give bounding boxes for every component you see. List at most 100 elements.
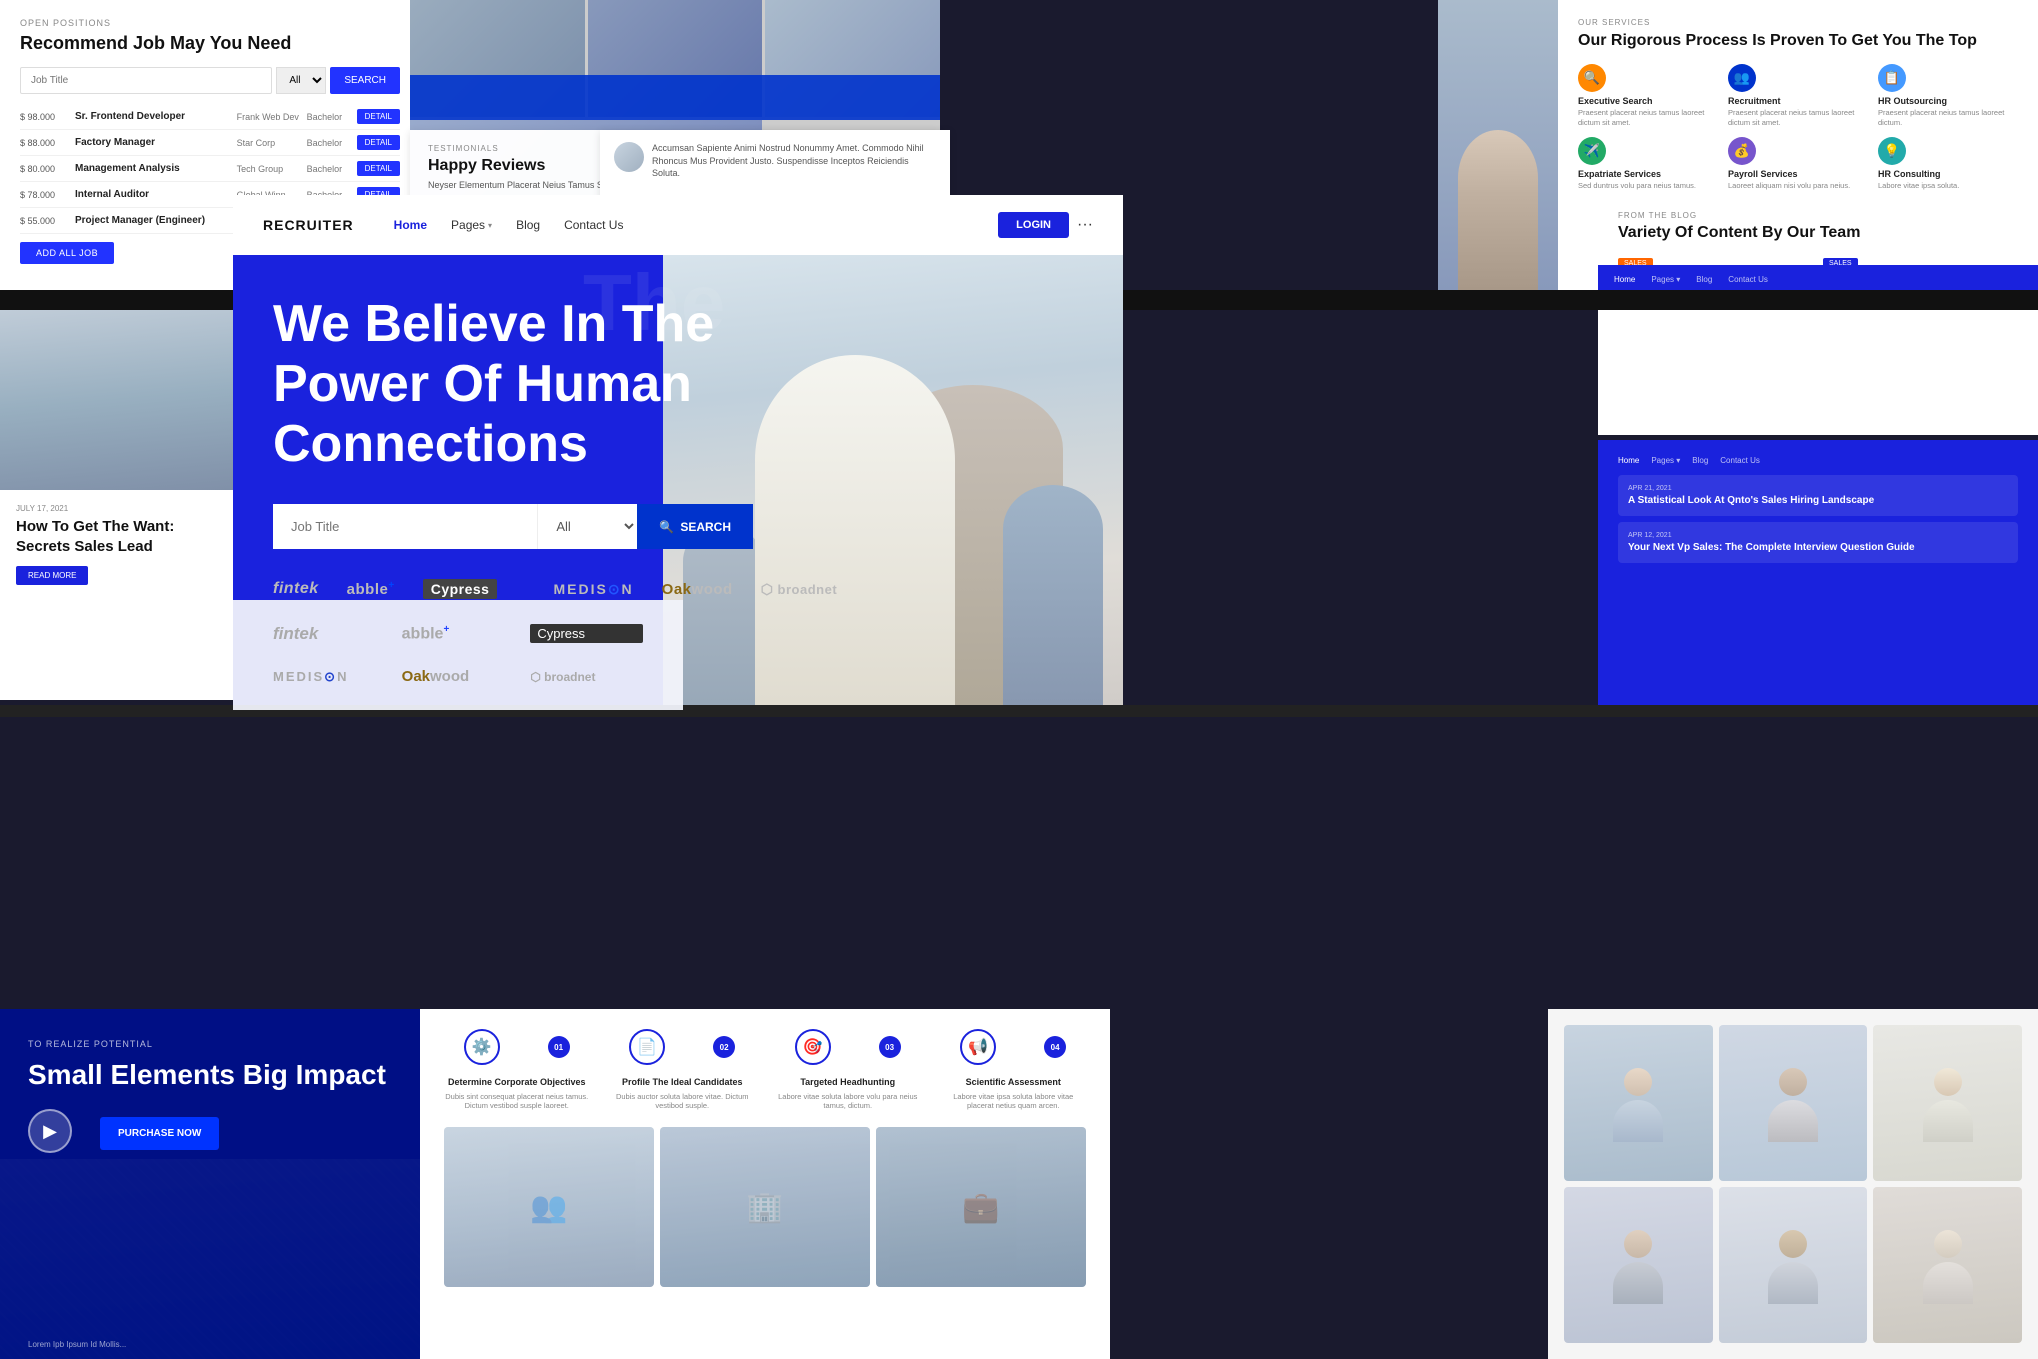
features-row: ⚙️ 01 Determine Corporate Objectives Dub… xyxy=(444,1029,1086,1111)
our-services-label: OUR SERVICES xyxy=(1578,18,2018,27)
manager-text: Lorem Ipb Ipsum Id Mollis... xyxy=(28,1340,126,1349)
person-icon-4 xyxy=(1613,1230,1663,1300)
nav-contact-blue[interactable]: Contact Us xyxy=(1720,456,1760,465)
company-logos: fintek abble+ Cypress MEDIS⊙N Oakwood ⬡ … xyxy=(273,579,1083,599)
service-item: 💰 Payroll Services Laoreet aliquam nisi … xyxy=(1728,137,1868,191)
nav-pages-blue[interactable]: Pages ▾ xyxy=(1651,456,1680,465)
open-positions-label: OPEN POSITIONS xyxy=(20,18,400,28)
feature-number: 04 xyxy=(1044,1036,1066,1058)
nav-home-sm[interactable]: Home xyxy=(1614,275,1635,284)
team-member-2 xyxy=(1719,1025,1868,1181)
feature-desc: Labore vitae ipsa soluta labore vitae pl… xyxy=(941,1092,1087,1112)
detail-button[interactable]: DETAIL xyxy=(357,109,400,124)
blog-content: JULY 17, 2021 How To Get The Want: Secre… xyxy=(0,490,240,599)
service-desc: Praesent placerat neius tamus laoreet di… xyxy=(1728,108,1868,128)
feature-desc: Dubis auctor soluta labore vitae. Dictum… xyxy=(610,1092,756,1112)
search-category-select[interactable]: All Full-time Part-time Contract xyxy=(537,504,637,549)
nav-blog-blue[interactable]: Blog xyxy=(1692,456,1708,465)
team-grid xyxy=(1564,1025,2022,1343)
team-member-5 xyxy=(1719,1187,1868,1343)
team-member-1 xyxy=(1564,1025,1713,1181)
blue-band xyxy=(410,75,940,120)
blog-panel-right: FROM THE BLOG Variety Of Content By Our … xyxy=(1598,195,2038,435)
play-button[interactable]: ▶ xyxy=(28,1109,72,1153)
service-title: Expatriate Services xyxy=(1578,169,1718,179)
person-icon-1 xyxy=(1613,1068,1663,1138)
hero-headline: We Believe In The Power Of Human Connect… xyxy=(273,295,753,474)
logo-medison: MEDIS⊙N xyxy=(553,581,633,598)
purchase-button[interactable]: PURCHASE NOW xyxy=(100,1117,219,1150)
card-title: A Statistical Look At Qnto's Sales Hirin… xyxy=(1628,495,2008,506)
table-row: $ 88.000 Factory Manager Star Corp Bache… xyxy=(20,130,400,156)
login-button[interactable]: LOGIN xyxy=(998,212,1069,238)
service-title: Recruitment xyxy=(1728,96,1868,106)
service-item: 💡 HR Consulting Labore vitae ipsa soluta… xyxy=(1878,137,2018,191)
nav-pages-sm[interactable]: Pages ▾ xyxy=(1651,275,1680,284)
nav-home-blue[interactable]: Home xyxy=(1618,456,1639,465)
bottom-left-content: TO REALIZE POTENTIAL Small Elements Big … xyxy=(0,1009,420,1183)
service-desc: Sed duntrus volu para neius tamus. xyxy=(1578,181,1718,191)
feature-number: 03 xyxy=(879,1036,901,1058)
nav-blog-sm[interactable]: Blog xyxy=(1696,275,1712,284)
blog-panel-left: JULY 17, 2021 How To Get The Want: Secre… xyxy=(0,310,240,700)
feature-icon: 🎯 xyxy=(795,1029,831,1065)
search-icon: 🔍 xyxy=(659,520,674,534)
service-item: 📋 HR Outsourcing Praesent placerat neius… xyxy=(1878,64,2018,128)
service-title: Payroll Services xyxy=(1728,169,1868,179)
read-more-link[interactable]: READ MORE xyxy=(16,566,88,585)
logo-abble-label: abble+ xyxy=(402,624,515,643)
feature-item: 📄 02 Profile The Ideal Candidates Dubis … xyxy=(610,1029,756,1111)
feature-desc: Labore vitae soluta labore volu para nei… xyxy=(775,1092,921,1112)
feature-item: 📢 04 Scientific Assessment Labore vitae … xyxy=(941,1029,1087,1111)
feature-number: 01 xyxy=(548,1036,570,1058)
job-search-bar[interactable]: All SEARCH xyxy=(20,67,400,94)
secondary-navbar[interactable]: Home Pages ▾ Blog Contact Us xyxy=(1598,265,2038,293)
add-all-jobs-button[interactable]: ADD ALL JOB xyxy=(20,242,114,264)
more-button[interactable]: ··· xyxy=(1077,216,1093,234)
person-icon-6 xyxy=(1923,1230,1973,1300)
detail-button[interactable]: DETAIL xyxy=(357,135,400,150)
blog-section-title: Variety Of Content By Our Team xyxy=(1618,224,2018,242)
blog-panel-right-blue: Home Pages ▾ Blog Contact Us APR 21, 202… xyxy=(1598,440,2038,705)
services-grid: 🔍 Executive Search Praesent placerat nei… xyxy=(1578,64,2018,191)
job-category-select[interactable]: All xyxy=(276,67,326,94)
nav-contact-sm[interactable]: Contact Us xyxy=(1728,275,1768,284)
person-icon-5 xyxy=(1768,1230,1818,1300)
bottom-image-1: 👥 xyxy=(444,1127,654,1287)
nav-pages[interactable]: Pages ▾ xyxy=(451,218,492,232)
nav-contact[interactable]: Contact Us xyxy=(564,218,623,232)
bottom-headline: Small Elements Big Impact xyxy=(28,1057,392,1093)
feature-title: Profile The Ideal Candidates xyxy=(610,1077,756,1089)
features-panel: ⚙️ 01 Determine Corporate Objectives Dub… xyxy=(420,1009,1110,1359)
nav-blog[interactable]: Blog xyxy=(516,218,540,232)
service-item: 🔍 Executive Search Praesent placerat nei… xyxy=(1578,64,1718,128)
headline-line3: Connections xyxy=(273,415,588,473)
expatriate-icon: ✈️ xyxy=(1578,137,1606,165)
blog-title: How To Get The Want: Secrets Sales Lead xyxy=(16,517,224,556)
logos-container: fintek abble+ Cypress MEDIS⊙N Oakwood ⬡ … xyxy=(233,600,683,710)
logo-medison-label: MEDIS⊙N xyxy=(273,669,386,685)
feature-desc: Dubis sint consequat placerat neius tamu… xyxy=(444,1092,590,1112)
service-desc: Labore vitae ipsa soluta. xyxy=(1878,181,2018,191)
team-member-4 xyxy=(1564,1187,1713,1343)
person-icon-3 xyxy=(1923,1068,1973,1138)
job-search-button[interactable]: SEARCH xyxy=(330,67,400,94)
detail-button[interactable]: DETAIL xyxy=(357,161,400,176)
nav-home[interactable]: Home xyxy=(394,218,427,232)
card-tag: APR 12, 2021 xyxy=(1628,532,2008,539)
search-button[interactable]: 🔍 SEARCH xyxy=(637,504,753,549)
bottom-left-panel: TO REALIZE POTENTIAL Small Elements Big … xyxy=(0,1009,420,1359)
bottom-actions[interactable]: ▶ PURCHASE NOW xyxy=(28,1109,392,1153)
headline-line1: We Believe In The xyxy=(273,295,714,353)
hero-search-bar[interactable]: All Full-time Part-time Contract 🔍 SEARC… xyxy=(273,504,753,549)
executive-search-icon: 🔍 xyxy=(1578,64,1606,92)
job-search-input[interactable] xyxy=(20,67,272,94)
job-title-input[interactable] xyxy=(273,504,537,549)
from-blog-label: FROM THE BLOG xyxy=(1618,211,2018,220)
logo-cypress-label: Cypress xyxy=(530,624,643,643)
feature-title: Targeted Headhunting xyxy=(775,1077,921,1089)
feature-icon: 📢 xyxy=(960,1029,996,1065)
card-title: Your Next Vp Sales: The Complete Intervi… xyxy=(1628,542,2008,553)
blog-date: JULY 17, 2021 xyxy=(16,504,224,513)
logo-cypress: Cypress xyxy=(423,579,498,599)
